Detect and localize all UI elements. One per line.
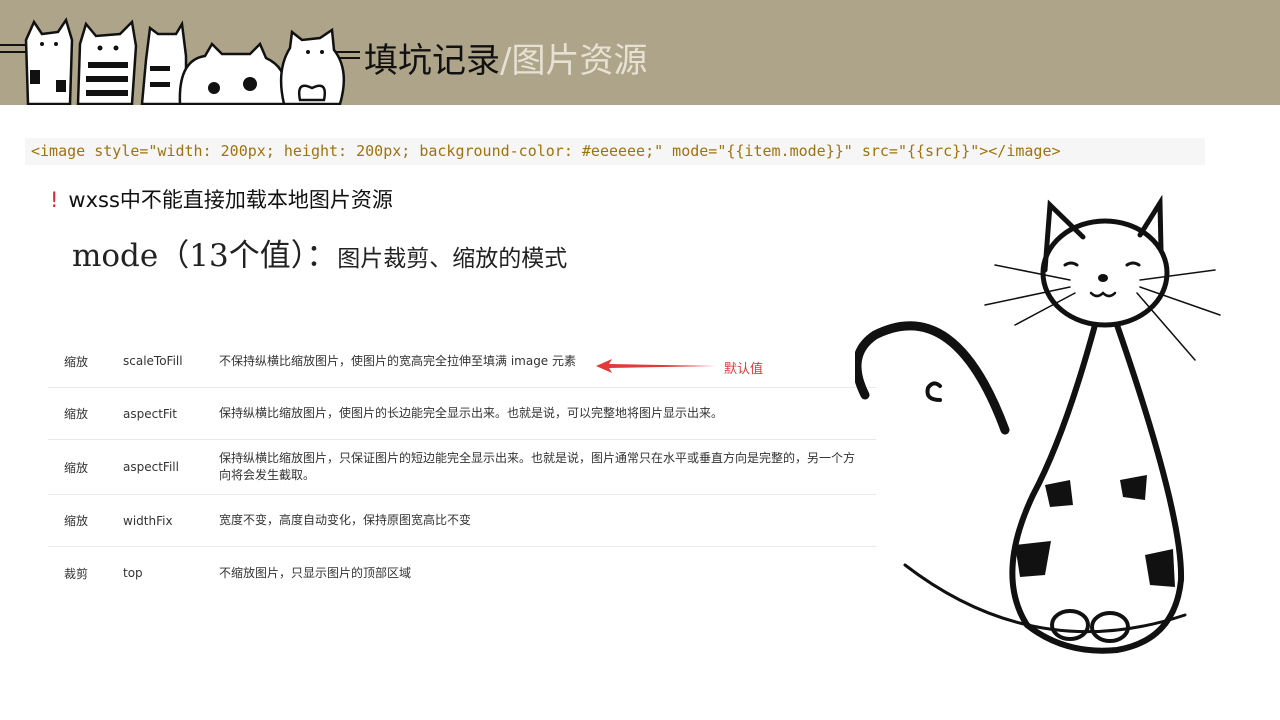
arrow-left-icon (596, 359, 716, 373)
cell-type: 缩放 (64, 407, 89, 421)
warning-text: wxss中不能直接加载本地图片资源 (68, 188, 393, 212)
cell-mode: top (123, 566, 143, 580)
sketch-cat-icon (855, 195, 1221, 654)
code-snippet: <image style="width: 200px; height: 200p… (25, 138, 1205, 165)
cartoon-cats-icon (0, 17, 360, 105)
cell-desc: 宽度不变，高度自动变化，保持原图宽高比不变 (219, 513, 472, 527)
default-value-label: 默认值 (724, 362, 764, 377)
table-row: 缩放 aspectFit 保持纵横比缩放图片，使图片的长边能完全显示出来。也就是… (48, 388, 876, 440)
warning-note: ! wxss中不能直接加载本地图片资源 (50, 186, 393, 214)
mode-heading: mode（13个值）：图片裁剪、缩放的模式 (72, 230, 567, 275)
cell-mode: aspectFit (123, 406, 177, 421)
table-row: 裁剪 top 不缩放图片，只显示图片的顶部区域 (48, 547, 876, 599)
cell-mode: scaleToFill (123, 354, 183, 368)
cell-type: 缩放 (64, 514, 89, 528)
cell-desc: 保持纵横比缩放图片，使图片的长边能完全显示出来。也就是说，可以完整地将图片显示出… (219, 406, 724, 420)
table-row: 缩放 aspectFill 保持纵横比缩放图片，只保证图片的短边能完全显示出来。… (48, 440, 876, 495)
cell-desc: 保持纵横比缩放图片，只保证图片的短边能完全显示出来。也就是说，图片通常只在水平或… (219, 451, 856, 482)
title-sub: /图片资源 (500, 41, 648, 81)
cell-type: 缩放 (64, 354, 89, 369)
cell-desc: 不缩放图片，只显示图片的顶部区域 (219, 565, 412, 580)
page-title: 填坑记录/图片资源 (364, 40, 647, 82)
cell-type: 缩放 (64, 460, 89, 475)
warning-mark: ! (50, 188, 59, 212)
cell-type: 裁剪 (64, 566, 89, 581)
mode-heading-desc: 图片裁剪、缩放的模式 (337, 246, 568, 272)
cell-mode: widthFix (123, 513, 173, 528)
table-row: 缩放 widthFix 宽度不变，高度自动变化，保持原图宽高比不变 (48, 495, 876, 547)
header-banner: 填坑记录/图片资源 (0, 0, 1280, 105)
mode-heading-main: mode（13个值）： (72, 238, 338, 274)
cell-mode: aspectFill (123, 460, 179, 474)
cell-desc: 不保持纵横比缩放图片，使图片的宽高完全拉伸至填满 image 元素 (219, 353, 577, 368)
title-main: 填坑记录 (364, 41, 500, 81)
